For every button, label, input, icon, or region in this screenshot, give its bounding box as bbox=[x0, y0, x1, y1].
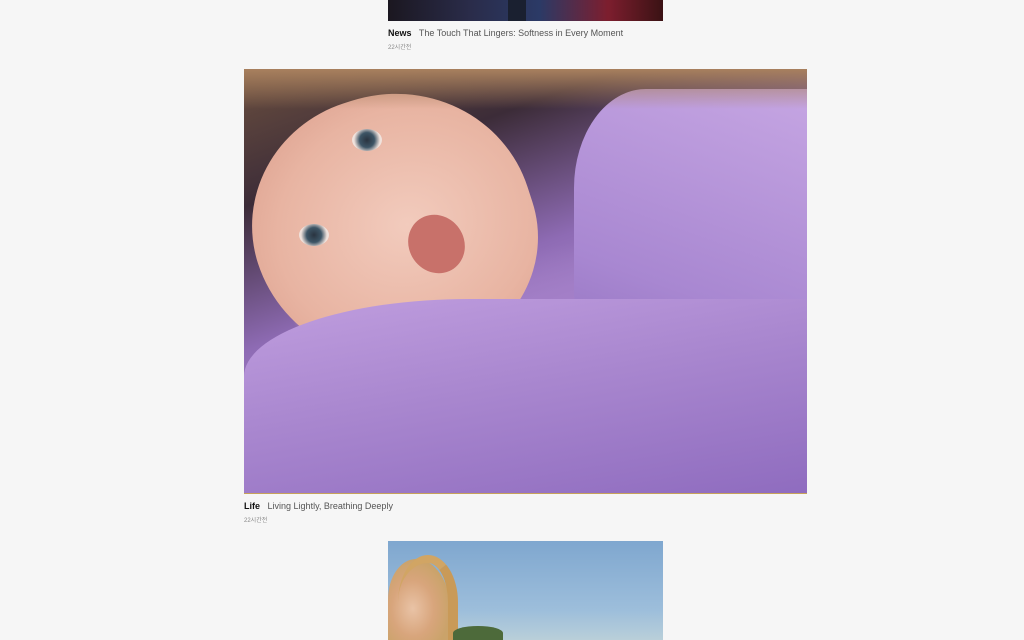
photo-trees bbox=[453, 626, 503, 640]
post-feed: News The Touch That Lingers: Softness in… bbox=[0, 0, 1024, 640]
post-title[interactable]: Living Lightly, Breathing Deeply bbox=[268, 501, 393, 511]
post-time: 22시간전 bbox=[388, 45, 412, 51]
post-card[interactable] bbox=[388, 541, 663, 640]
post-meta: News The Touch That Lingers: Softness in… bbox=[388, 28, 663, 39]
post-title[interactable]: The Touch That Lingers: Softness in Ever… bbox=[419, 28, 623, 38]
post-meta: Life Living Lightly, Breathing Deeply bbox=[244, 501, 807, 512]
post-category[interactable]: News bbox=[388, 28, 412, 38]
photo-eye bbox=[352, 129, 382, 151]
post-category[interactable]: Life bbox=[244, 501, 260, 511]
post-time: 22시간전 bbox=[244, 518, 268, 524]
post-card[interactable]: News The Touch That Lingers: Softness in… bbox=[388, 0, 663, 52]
photo-hair bbox=[244, 69, 807, 109]
post-thumbnail[interactable] bbox=[244, 69, 807, 494]
post-thumbnail[interactable] bbox=[388, 0, 663, 21]
photo-hair bbox=[398, 555, 458, 640]
post-thumbnail[interactable] bbox=[388, 541, 663, 640]
post-card[interactable]: Life Living Lightly, Breathing Deeply 22… bbox=[244, 69, 807, 525]
photo-eye bbox=[299, 224, 329, 246]
photo-garment bbox=[244, 299, 807, 493]
